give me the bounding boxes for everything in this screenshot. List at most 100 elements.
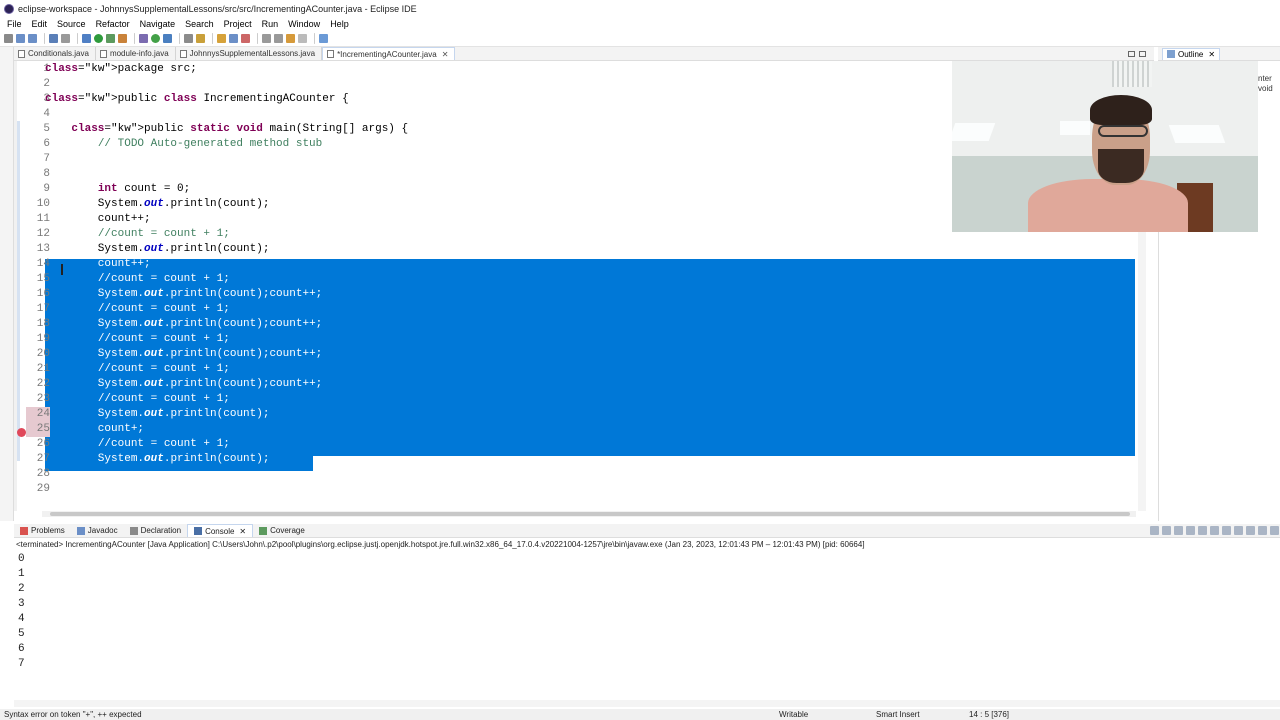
- remove-launch-icon[interactable]: [1162, 526, 1171, 535]
- tab-outline[interactable]: Outline ✕: [1162, 47, 1221, 60]
- tab-label: Console: [205, 526, 235, 536]
- code-line[interactable]: 19 //count = count + 1;: [14, 332, 1154, 347]
- code-text: class="kw">public static void main(Strin…: [71, 123, 409, 135]
- previous-annotation-icon[interactable]: [274, 34, 283, 43]
- java-file-icon: [327, 50, 335, 58]
- code-text: //count = count + 1;: [97, 363, 230, 375]
- tab-label: Problems: [31, 526, 65, 535]
- code-text: int count = 0;: [97, 183, 191, 195]
- new-class-icon[interactable]: [163, 34, 172, 43]
- stop-icon[interactable]: [1150, 526, 1159, 535]
- perspective-icon[interactable]: [319, 34, 328, 43]
- new-icon[interactable]: [4, 34, 13, 43]
- code-line[interactable]: 26 //count = count + 1;: [14, 437, 1154, 452]
- open-console-icon[interactable]: [1246, 526, 1255, 535]
- tab-conditionals-java[interactable]: Conditionals.java: [14, 47, 96, 60]
- console-output[interactable]: 0 1 2 3 4 5 6 7: [18, 552, 1218, 672]
- window-title: eclipse-workspace - JohnnysSupplementalL…: [18, 3, 417, 14]
- save-all-icon[interactable]: [28, 34, 37, 43]
- menu-project[interactable]: Project: [219, 19, 257, 29]
- minimize-icon[interactable]: [1128, 51, 1135, 57]
- search-icon[interactable]: [196, 34, 205, 43]
- save-icon[interactable]: [16, 34, 25, 43]
- new-java-project-icon[interactable]: [139, 34, 148, 43]
- tab-problems[interactable]: Problems: [14, 524, 71, 537]
- scroll-lock-icon[interactable]: [1198, 526, 1207, 535]
- new-package-icon[interactable]: [151, 34, 160, 43]
- console-horizontal-scrollbar[interactable]: [14, 700, 1280, 707]
- run-icon[interactable]: [94, 34, 103, 43]
- code-line[interactable]: 18 System.out.println(count);count++;: [14, 317, 1154, 332]
- open-type-icon[interactable]: [184, 34, 193, 43]
- menu-run[interactable]: Run: [257, 19, 284, 29]
- display-console-icon[interactable]: [1234, 526, 1243, 535]
- pin-icon[interactable]: [241, 34, 250, 43]
- next-annotation-icon[interactable]: [262, 34, 271, 43]
- main-toolbar: [0, 31, 1280, 47]
- code-line[interactable]: 16 System.out.println(count);count++;: [14, 287, 1154, 302]
- menu-navigate[interactable]: Navigate: [135, 19, 181, 29]
- tab-coverage[interactable]: Coverage: [253, 524, 311, 537]
- webcam-person-glasses: [1098, 125, 1148, 137]
- tab-johnnys-supplemental-lessons-java[interactable]: JohnnysSupplementalLessons.java: [176, 47, 323, 60]
- outline-item-class[interactable]: nter: [1258, 74, 1280, 84]
- external-tools-icon[interactable]: [118, 34, 127, 43]
- tab-javadoc[interactable]: Javadoc: [71, 524, 124, 537]
- skip-breakpoints-icon[interactable]: [61, 34, 70, 43]
- code-line[interactable]: 24 System.out.println(count);: [14, 407, 1154, 422]
- code-line[interactable]: 25 count+;: [14, 422, 1154, 437]
- outline-tab-label: Outline: [1178, 49, 1204, 59]
- maximize-icon[interactable]: [1270, 526, 1279, 535]
- clear-console-icon[interactable]: [1186, 526, 1195, 535]
- code-text: //count = count + 1;: [97, 393, 230, 405]
- close-icon[interactable]: ✕: [442, 50, 449, 59]
- code-line[interactable]: 20 System.out.println(count);count++;: [14, 347, 1154, 362]
- tab-incrementing-a-counter-java[interactable]: *IncrementingACounter.java ✕: [322, 47, 456, 60]
- code-line[interactable]: 15 //count = count + 1;: [14, 272, 1154, 287]
- webcam-vent: [1112, 61, 1152, 87]
- toggle-mark-icon[interactable]: [229, 34, 238, 43]
- webcam-person-beard: [1098, 149, 1144, 183]
- code-text: class="kw">package src;: [45, 63, 197, 75]
- close-icon[interactable]: ✕: [1208, 50, 1215, 59]
- annotation-icon[interactable]: [217, 34, 226, 43]
- coverage-icon[interactable]: [106, 34, 115, 43]
- status-writable: Writable: [779, 710, 809, 719]
- code-line[interactable]: 22 System.out.println(count);count++;: [14, 377, 1154, 392]
- code-line[interactable]: 14 count++;: [14, 257, 1154, 272]
- forward-icon[interactable]: [298, 34, 307, 43]
- close-icon[interactable]: ✕: [239, 527, 246, 536]
- remove-all-icon[interactable]: [1174, 526, 1183, 535]
- code-line[interactable]: 17 //count = count + 1;: [14, 302, 1154, 317]
- code-line[interactable]: 29: [14, 482, 1154, 497]
- code-line[interactable]: 13 System.out.println(count);: [14, 242, 1154, 257]
- pin-console-icon[interactable]: [1222, 526, 1231, 535]
- menu-help[interactable]: Help: [325, 19, 354, 29]
- maximize-icon[interactable]: [1139, 51, 1146, 57]
- terminal-icon[interactable]: [49, 34, 58, 43]
- tab-declaration[interactable]: Declaration: [124, 524, 187, 537]
- word-wrap-icon[interactable]: [1210, 526, 1219, 535]
- tab-label: Javadoc: [87, 526, 118, 535]
- menu-source[interactable]: Source: [52, 19, 91, 29]
- menu-search[interactable]: Search: [180, 19, 219, 29]
- menu-edit[interactable]: Edit: [27, 19, 53, 29]
- menu-refactor[interactable]: Refactor: [91, 19, 135, 29]
- toolbar-separator: [44, 33, 45, 44]
- menu-file[interactable]: File: [2, 19, 27, 29]
- tab-label: JohnnysSupplementalLessons.java: [189, 49, 316, 58]
- menu-window[interactable]: Window: [283, 19, 325, 29]
- tab-module-info-java[interactable]: module-info.java: [96, 47, 176, 60]
- outline-item-main[interactable]: void: [1258, 84, 1280, 94]
- back-icon[interactable]: [286, 34, 295, 43]
- code-line[interactable]: 28: [14, 467, 1154, 482]
- scrollbar-thumb[interactable]: [50, 512, 1130, 516]
- console-line: 3: [18, 598, 25, 610]
- code-line[interactable]: 21 //count = count + 1;: [14, 362, 1154, 377]
- debug-icon[interactable]: [82, 34, 91, 43]
- code-line[interactable]: 23 //count = count + 1;: [14, 392, 1154, 407]
- code-line[interactable]: 27 System.out.println(count);: [14, 452, 1154, 467]
- editor-horizontal-scrollbar[interactable]: [42, 511, 1136, 517]
- minimize-icon[interactable]: [1258, 526, 1267, 535]
- tab-console[interactable]: Console ✕: [187, 524, 254, 537]
